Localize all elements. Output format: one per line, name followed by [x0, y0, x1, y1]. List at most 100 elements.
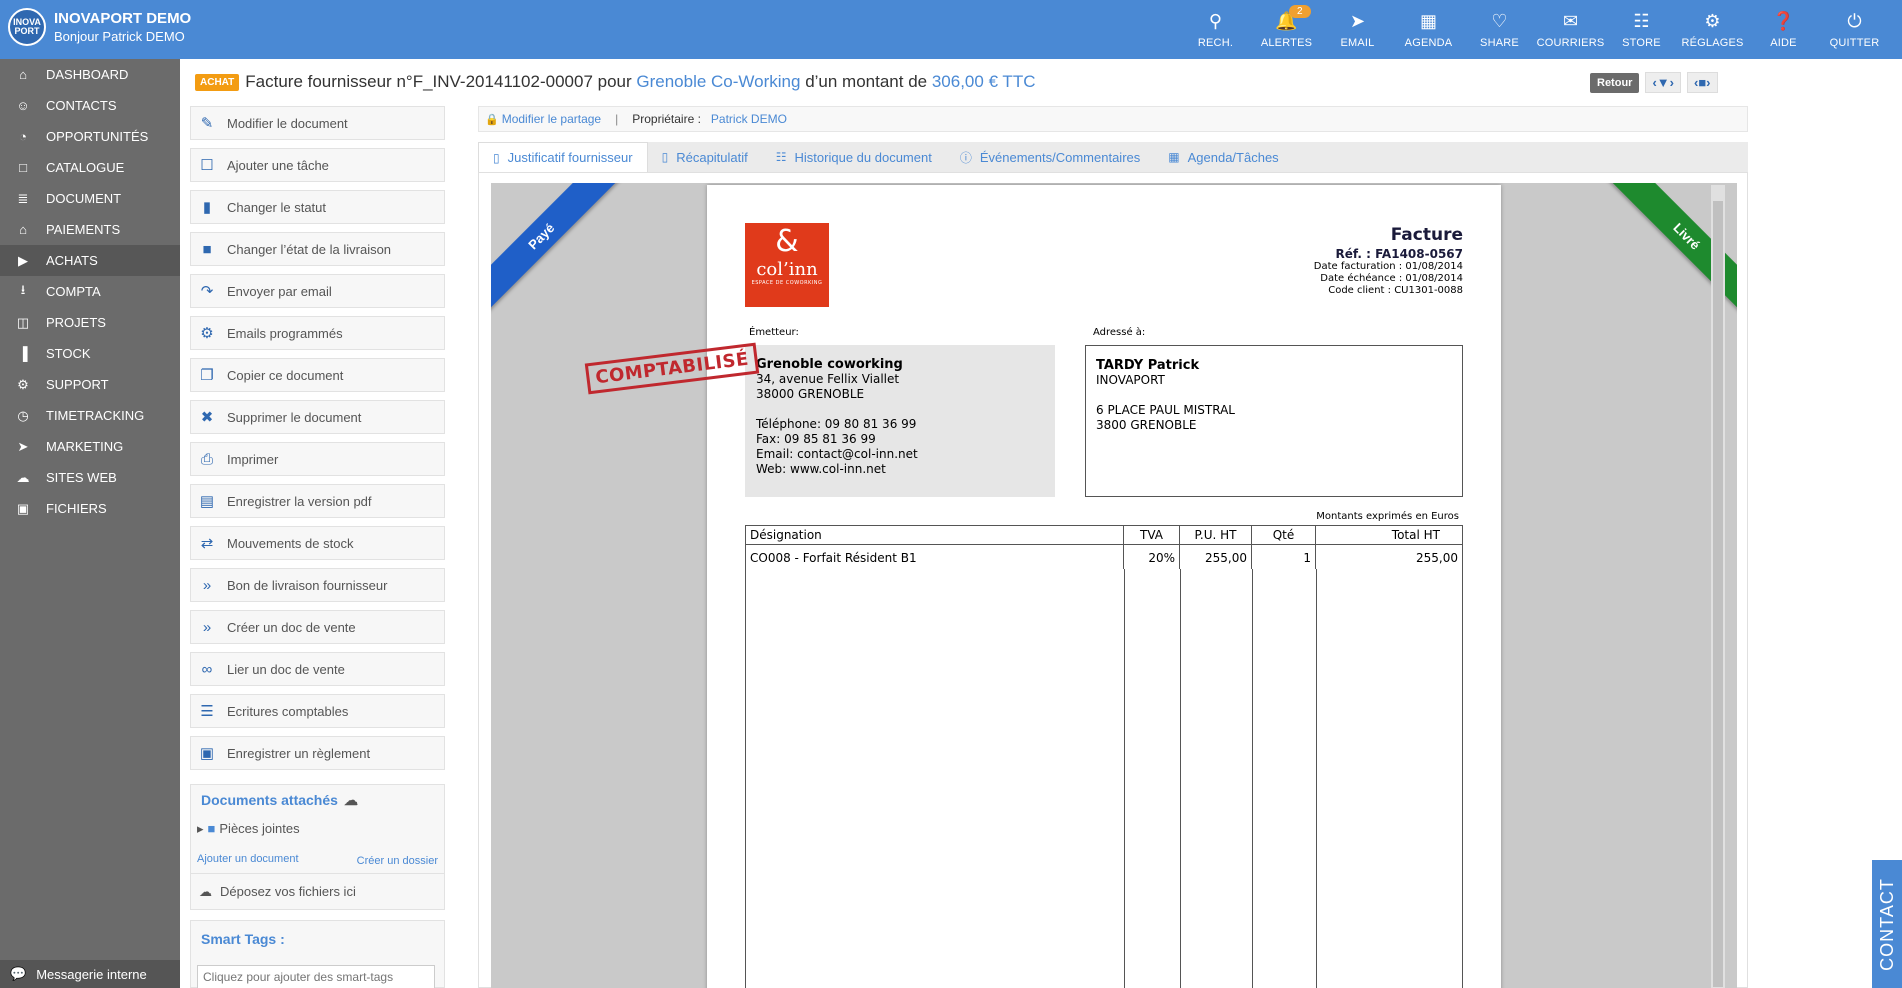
- action-button[interactable]: ⇄ Mouvements de stock: [190, 526, 445, 560]
- action-label: Bon de livraison fournisseur: [227, 577, 388, 593]
- add-document-link[interactable]: Ajouter un document: [197, 853, 299, 865]
- share-bar: 🔒 Modifier le partage | Propriétaire : P…: [478, 106, 1748, 132]
- action-button[interactable]: ↷ Envoyer par email: [190, 274, 445, 308]
- destinataire-box: TARDY Patrick INOVAPORT 6 PLACE PAUL MIS…: [1085, 345, 1463, 497]
- sidebar-item-support[interactable]: ⚙ SUPPORT: [0, 369, 180, 400]
- sidebar-item-label: SITES WEB: [46, 470, 117, 485]
- supplier-link[interactable]: Grenoble Co-Working: [636, 72, 800, 92]
- sidebar-item-label: SUPPORT: [46, 377, 109, 392]
- pdf-viewer[interactable]: & col’inn ESPACE DE COWORKING Facture Ré…: [491, 183, 1737, 988]
- retour-button[interactable]: Retour: [1590, 72, 1640, 93]
- col-divider: [1124, 569, 1125, 988]
- messagerie-interne-button[interactable]: 💬 Messagerie interne: [0, 960, 180, 988]
- brand-title: INOVAPORT DEMO: [54, 10, 192, 27]
- sidebar-item-catalogue[interactable]: □ CATALOGUE: [0, 152, 180, 183]
- colinn-logo: & col’inn ESPACE DE COWORKING: [745, 223, 829, 307]
- row-tva: 20%: [1124, 545, 1180, 569]
- topnav-email[interactable]: ➤ EMAIL: [1322, 0, 1393, 59]
- col-qte: Qté: [1252, 526, 1316, 544]
- sidebar-item-compta[interactable]: ⭳ COMPTA: [0, 276, 180, 307]
- emetteur-address: 34, avenue Fellix Viallet: [756, 372, 900, 386]
- bookmark-icon: ▮: [202, 199, 212, 216]
- action-button[interactable]: ⚙ Emails programmés: [190, 316, 445, 350]
- truck-icon: ■: [202, 240, 212, 258]
- type-badge: ACHAT: [195, 73, 240, 91]
- sidebar-item-opportunités[interactable]: ◔ OPPORTUNITÉS: [0, 121, 180, 152]
- sidebar-item-label: ACHATS: [46, 253, 98, 268]
- sidebar-item-stock[interactable]: ▐ STOCK: [0, 338, 180, 369]
- contact-tab[interactable]: CONTACT: [1872, 860, 1902, 988]
- invoice-page: & col’inn ESPACE DE COWORKING Facture Ré…: [707, 185, 1501, 988]
- topnav-label: SHARE: [1480, 36, 1519, 49]
- action-button[interactable]: ✎ Modifier le document: [190, 106, 445, 140]
- topnav-quitter[interactable]: ⏻ QUITTER: [1819, 0, 1890, 59]
- topnav-alertes[interactable]: 🔔 ALERTES 2: [1251, 0, 1322, 59]
- action-label: Imprimer: [227, 451, 279, 467]
- action-label: Changer l’état de la livraison: [227, 241, 392, 257]
- sidebar-item-achats[interactable]: ▶ ACHATS: [0, 245, 180, 276]
- sidebar-item-marketing[interactable]: ➤ MARKETING: [0, 431, 180, 462]
- action-button[interactable]: ✖ Supprimer le document: [190, 400, 445, 434]
- invoice-ref: Réf. : FA1408-0567: [1335, 247, 1463, 261]
- action-button[interactable]: ▮ Changer le statut: [190, 190, 445, 224]
- sidebar-item-contacts[interactable]: ☺ CONTACTS: [0, 90, 180, 121]
- action-button[interactable]: » Créer un doc de vente: [190, 610, 445, 644]
- action-button[interactable]: ∞ Lier un doc de vente: [190, 652, 445, 686]
- page-title: ACHAT Facture fournisseur n°F_INV-201411…: [195, 70, 1035, 94]
- action-button[interactable]: ☰ Ecritures comptables: [190, 694, 445, 728]
- smart-tags-input[interactable]: [197, 965, 435, 988]
- file-dropzone[interactable]: ☁ Déposez vos fichiers ici: [191, 873, 444, 909]
- filter-nav-buttons[interactable]: ‹▼›: [1645, 72, 1681, 93]
- modify-share-link[interactable]: Modifier le partage: [502, 112, 601, 126]
- tab-2[interactable]: ☷ Historique du document: [762, 142, 946, 172]
- row-total: 255,00: [1416, 551, 1458, 565]
- topnav-courriers[interactable]: ✉ COURRIERS: [1535, 0, 1606, 59]
- cloud-upload-icon[interactable]: ☁: [344, 792, 358, 808]
- sidebar-item-fichiers[interactable]: ▣ FICHIERS: [0, 493, 180, 524]
- action-button[interactable]: ■ Changer l’état de la livraison: [190, 232, 445, 266]
- search-icon: ⚲: [1208, 10, 1223, 31]
- topnav-store[interactable]: ☷ STORE: [1606, 0, 1677, 59]
- chart-icon: ◔: [19, 129, 27, 144]
- create-folder-link[interactable]: Créer un dossier: [357, 855, 438, 867]
- brand[interactable]: INOVA PORT INOVAPORT DEMO Bonjour Patric…: [8, 8, 191, 46]
- sidebar-item-label: STOCK: [46, 346, 91, 361]
- tab-3[interactable]: ⓘ Événements/Commentaires: [946, 142, 1154, 172]
- document-nav-buttons[interactable]: ‹■›: [1686, 72, 1718, 93]
- caret-right-icon[interactable]: ▸: [197, 821, 204, 836]
- client-code: Code client : CU1301-0088: [1328, 285, 1463, 296]
- list-icon: ☰: [200, 703, 214, 720]
- double-chevron-icon: »: [202, 576, 212, 594]
- topnav-réglages[interactable]: ⚙ RÉGLAGES: [1677, 0, 1748, 59]
- tab-4[interactable]: ▦ Agenda/Tâches: [1154, 142, 1292, 172]
- action-button[interactable]: » Bon de livraison fournisseur: [190, 568, 445, 602]
- tab-1[interactable]: ▯ Récapitulatif: [648, 142, 762, 172]
- sidebar-item-paiements[interactable]: ⌂ PAIEMENTS: [0, 214, 180, 245]
- viewer-scrollbar[interactable]: [1711, 185, 1725, 988]
- adresse-label: Adressé à:: [1093, 327, 1146, 338]
- title-prefix: Facture fournisseur n°F_INV-20141102-000…: [245, 72, 637, 91]
- action-button[interactable]: ☐ Ajouter une tâche: [190, 148, 445, 182]
- gear-icon: ⚙: [1704, 10, 1721, 31]
- action-label: Enregistrer un règlement: [227, 745, 371, 761]
- action-button[interactable]: ▤ Enregistrer la version pdf: [190, 484, 445, 518]
- sidebar-item-projets[interactable]: ◫ PROJETS: [0, 307, 180, 338]
- action-button[interactable]: ⎙ Imprimer: [190, 442, 445, 476]
- tab-0[interactable]: ▯ Justificatif fournisseur: [478, 142, 648, 172]
- owner-value[interactable]: Patrick DEMO: [711, 112, 787, 126]
- scroll-thumb[interactable]: [1713, 201, 1723, 987]
- sidebar-item-timetracking[interactable]: ◷ TIMETRACKING: [0, 400, 180, 431]
- topnav-aide[interactable]: ❓ AIDE: [1748, 0, 1819, 59]
- topnav-share[interactable]: ♡ SHARE: [1464, 0, 1535, 59]
- sidebar-item-document[interactable]: ≣ DOCUMENT: [0, 183, 180, 214]
- sidebar-item-dashboard[interactable]: ⌂ DASHBOARD: [0, 59, 180, 90]
- topnav-label: COURRIERS: [1536, 36, 1605, 49]
- topnav-rech[interactable]: ⚲ RECH.: [1180, 0, 1251, 59]
- folder-pieces-jointes[interactable]: ▸ ■ Pièces jointes: [197, 821, 300, 837]
- topnav-agenda[interactable]: ▦ AGENDA: [1393, 0, 1464, 59]
- action-button[interactable]: ❐ Copier ce document: [190, 358, 445, 392]
- action-button[interactable]: ▣ Enregistrer un règlement: [190, 736, 445, 770]
- dest-city: 3800 GRENOBLE: [1096, 418, 1197, 432]
- sidebar-item-sites-web[interactable]: ☁ SITES WEB: [0, 462, 180, 493]
- currency-note: Montants exprimés en Euros: [1316, 511, 1459, 522]
